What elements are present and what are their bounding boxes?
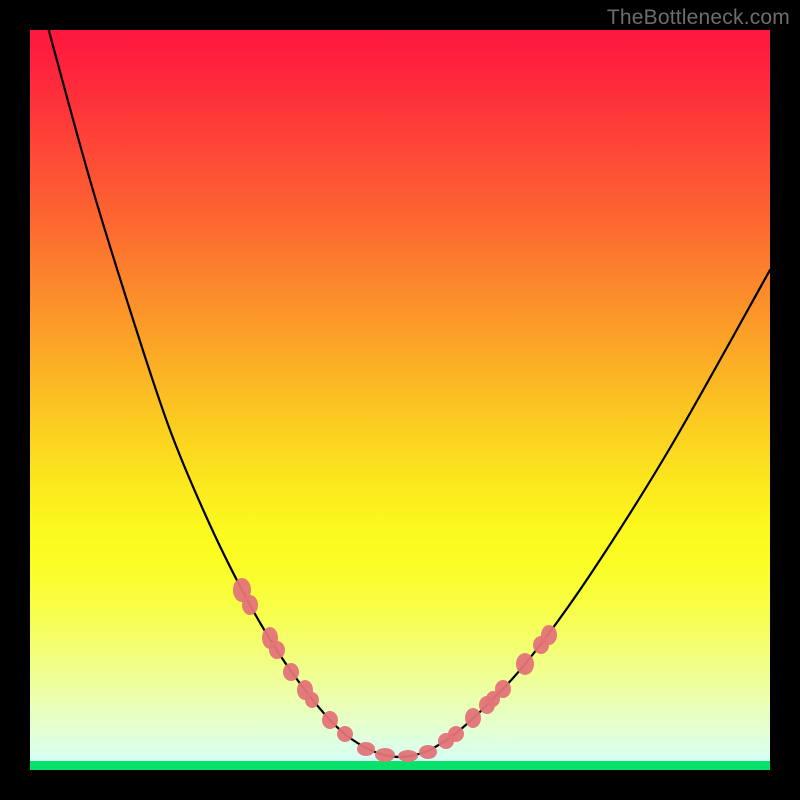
chart-container: TheBottleneck.com (0, 0, 800, 800)
data-marker (516, 653, 534, 675)
data-marker (419, 745, 437, 759)
marker-group (233, 578, 557, 762)
data-marker (242, 595, 258, 615)
data-marker (357, 742, 375, 756)
data-marker (398, 750, 418, 762)
data-marker (375, 748, 395, 762)
data-marker (448, 726, 464, 742)
plot-area (30, 30, 770, 770)
data-marker (283, 663, 299, 681)
data-marker (305, 692, 319, 708)
chart-overlay (30, 30, 770, 770)
bottleneck-curve (46, 30, 770, 757)
data-marker (322, 711, 338, 729)
data-marker (337, 726, 353, 742)
watermark-text: TheBottleneck.com (607, 6, 790, 30)
data-marker (465, 708, 481, 728)
data-marker (269, 641, 285, 659)
data-marker (541, 625, 557, 645)
data-marker (495, 680, 511, 698)
